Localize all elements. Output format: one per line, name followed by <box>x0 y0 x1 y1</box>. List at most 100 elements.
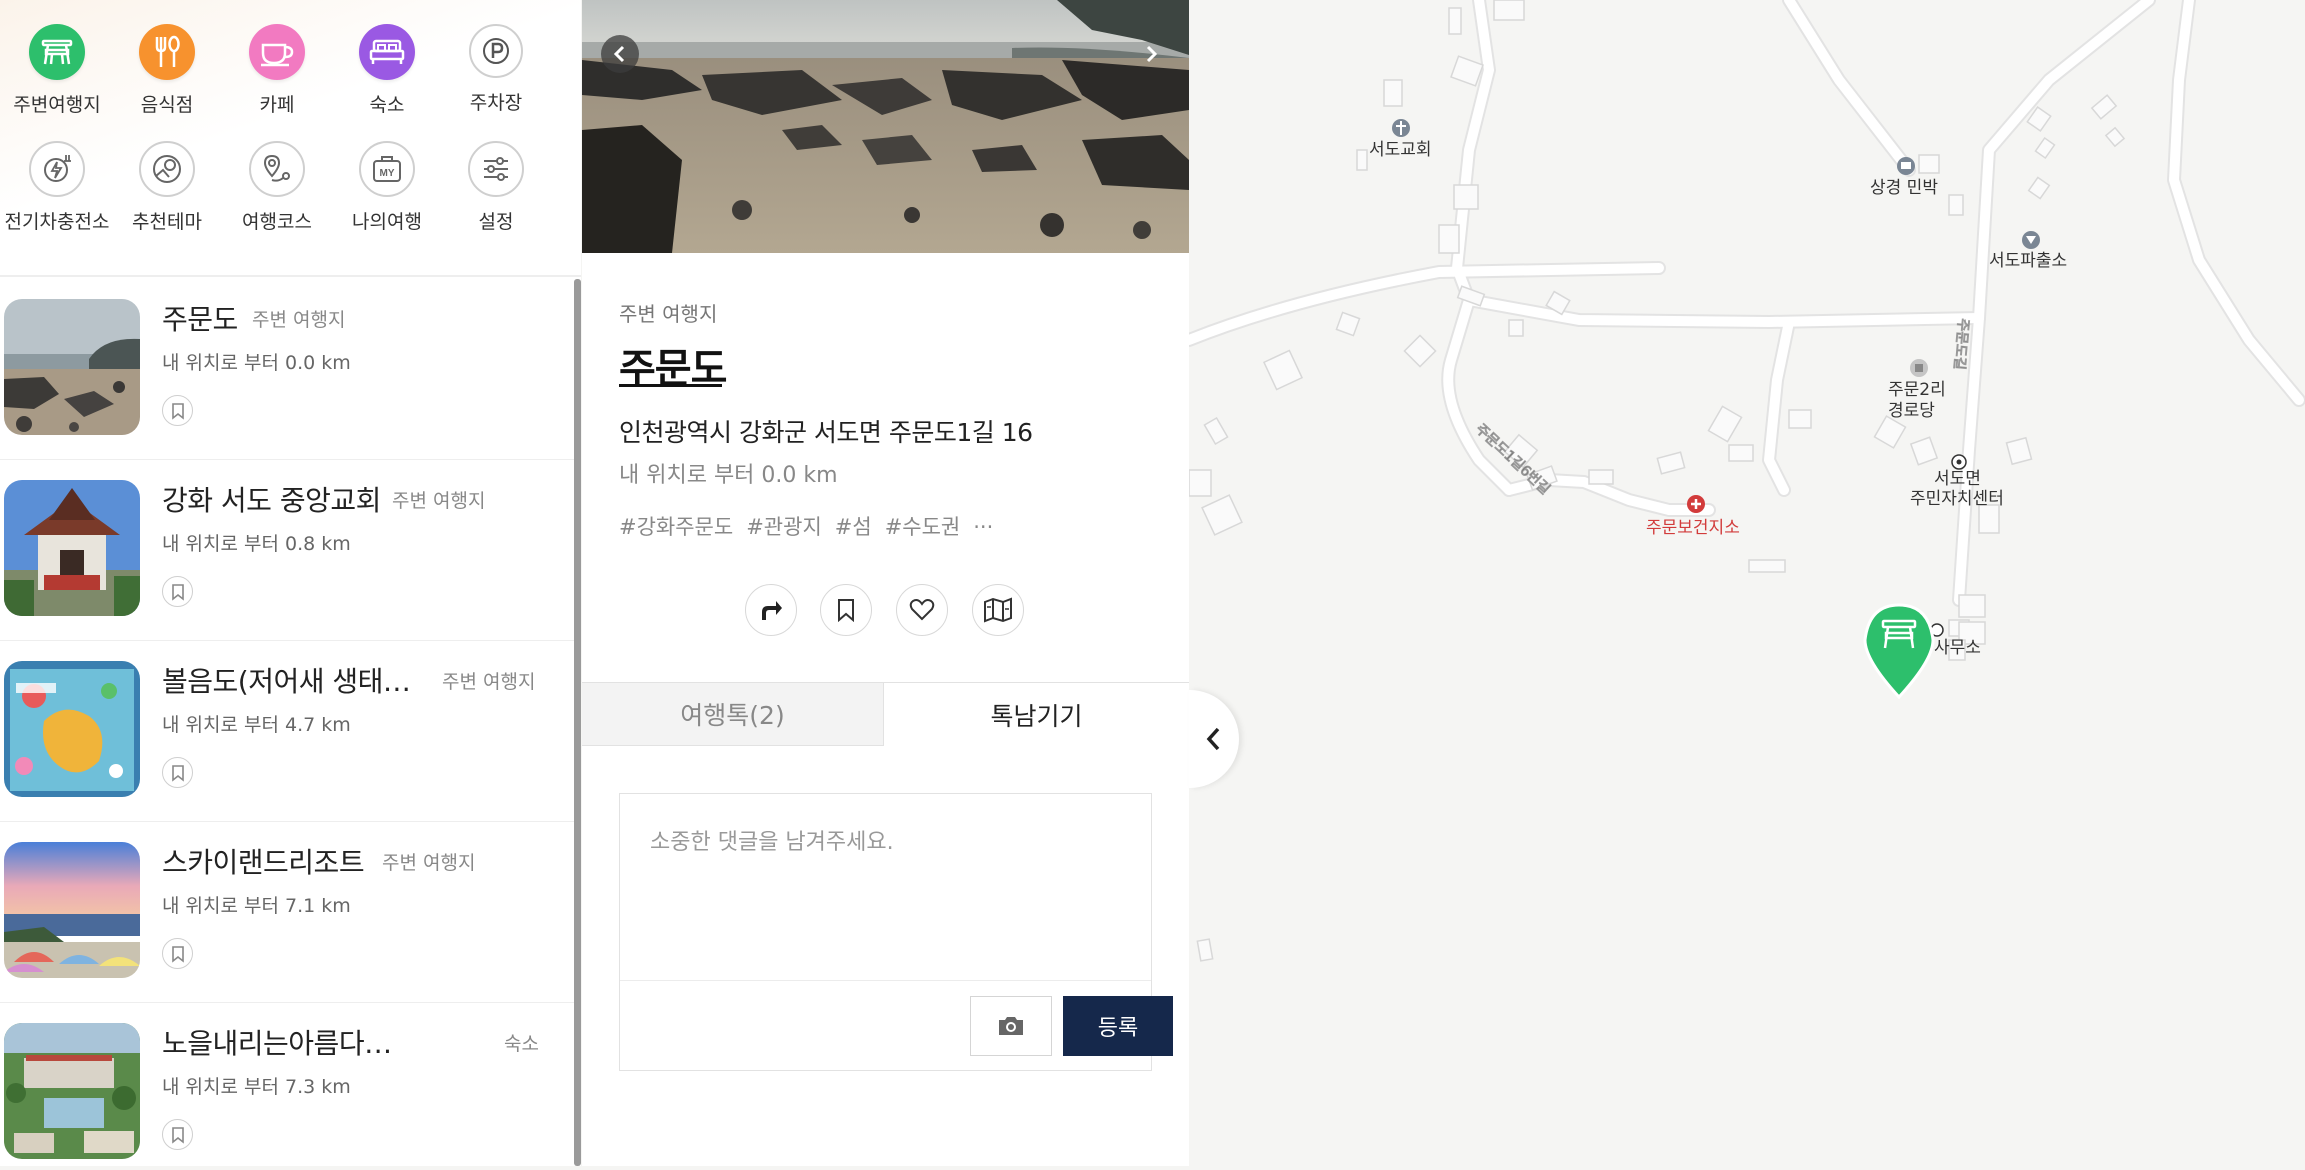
category-label: 주차장 <box>469 92 523 114</box>
chevron-left-icon <box>613 45 625 63</box>
comment-box: 등록 <box>619 793 1173 1071</box>
place-title: 주문도 <box>162 303 238 336</box>
poi-church-icon <box>1392 119 1410 137</box>
more-tags[interactable]: ··· <box>973 515 993 539</box>
poi-senior-center-icon <box>1910 359 1928 377</box>
place-distance: 내 위치로 부터 7.1 km <box>162 895 351 917</box>
detail-distance: 내 위치로 부터 0.0 km <box>619 463 838 488</box>
category-label: 나의여행 <box>352 211 422 233</box>
category-label: 숙소 <box>369 94 405 116</box>
heart-icon <box>909 599 935 621</box>
tag[interactable]: #섬 <box>835 515 872 539</box>
detail-tags: #강화주문도 #관광지 #섬 #수도권 ··· <box>619 511 1006 541</box>
place-category: 주변 여행지 <box>382 852 476 874</box>
category-my-travel[interactable]: MY 나의여행 <box>332 141 442 234</box>
comment-input[interactable] <box>620 794 1151 980</box>
bookmark-button[interactable] <box>162 938 193 969</box>
poi-office-icon <box>1951 454 1967 470</box>
tab-leave-talk[interactable]: 톡남기기 <box>884 682 1189 746</box>
title-underline <box>619 384 722 387</box>
like-button[interactable] <box>896 584 948 636</box>
share-arrow-icon <box>762 601 782 620</box>
place-title: 스카이랜드리조트 <box>162 846 365 879</box>
prev-image-button[interactable] <box>601 35 639 73</box>
svg-text:MY: MY <box>380 168 395 179</box>
category-ev-charger[interactable]: 전기차충전소 <box>2 141 112 234</box>
hero-image <box>582 0 1189 253</box>
category-recommended-theme[interactable]: 추천테마 <box>112 141 222 234</box>
category-label: 음식점 <box>140 94 194 116</box>
route-pin-icon <box>249 141 305 197</box>
bookmark-button[interactable] <box>820 584 872 636</box>
bookmark-button[interactable] <box>162 1119 193 1150</box>
tag[interactable]: #관광지 <box>746 515 822 539</box>
location-marker-icon[interactable] <box>1863 603 1935 700</box>
list-item[interactable]: 강화 서도 중앙교회 주변 여행지 내 위치로 부터 0.8 km <box>0 460 574 641</box>
tag[interactable]: #수도권 <box>885 515 961 539</box>
list-item[interactable]: 주문도 주변 여행지 내 위치로 부터 0.0 km <box>0 279 574 460</box>
place-title: 강화 서도 중앙교회 <box>162 484 381 517</box>
map-label: 사무소 <box>1934 638 1981 658</box>
category-label: 여행코스 <box>242 211 312 233</box>
category-settings[interactable]: 설정 <box>441 141 551 234</box>
category-label: 추천테마 <box>132 211 202 233</box>
map-button[interactable] <box>972 584 1024 636</box>
comment-divider <box>620 980 1151 981</box>
tag[interactable]: #강화주문도 <box>619 515 733 539</box>
map-roads: 주문도1길6번길 주문도길 <box>1182 0 2305 962</box>
tab-travel-talk[interactable]: 여행톡(2) <box>582 682 884 746</box>
map-label: 서도면 <box>1934 469 1981 489</box>
list-scrollbar[interactable] <box>574 279 581 1166</box>
bookmark-icon <box>171 402 184 420</box>
left-panel: 주변여행지 음식점 카페 숙소 주차장 전기차충전소 추천테마 여행코스 MY … <box>0 0 581 1166</box>
place-thumbnail <box>4 299 140 435</box>
place-distance: 내 위치로 부터 0.0 km <box>162 352 351 374</box>
map-icon <box>984 597 1012 623</box>
parking-icon <box>469 24 523 78</box>
bookmark-icon <box>171 764 184 782</box>
fork-spoon-icon <box>139 24 195 80</box>
bookmark-icon <box>171 945 184 963</box>
share-button[interactable] <box>745 584 797 636</box>
category-travel-course[interactable]: 여행코스 <box>222 141 332 234</box>
next-image-button[interactable] <box>1132 35 1170 73</box>
list-item[interactable]: 노을내리는아름다운집 [한… 숙소 내 위치로 부터 7.3 km <box>0 1003 574 1166</box>
photo-upload-button[interactable] <box>970 996 1052 1056</box>
category-label: 설정 <box>478 211 514 233</box>
category-nearby-travel[interactable]: 주변여행지 <box>2 24 112 117</box>
place-category: 숙소 <box>504 1033 539 1055</box>
category-restaurant[interactable]: 음식점 <box>112 24 222 117</box>
category-label: 주변여행지 <box>13 94 101 116</box>
settings-sliders-icon <box>468 141 524 197</box>
list-item[interactable]: 스카이랜드리조트 주변 여행지 내 위치로 부터 7.1 km <box>0 822 574 1003</box>
camera-icon <box>999 1017 1023 1035</box>
bookmark-button[interactable] <box>162 395 193 426</box>
theme-compass-icon <box>139 141 195 197</box>
bookmark-button[interactable] <box>162 757 193 788</box>
map-view[interactable]: 주문도1길6번길 주문도길 서도교회 상경 민박 서도파출소 주문2리 경로당 … <box>1182 0 2305 1166</box>
list-item[interactable]: 볼음도(저어새 생태… 주변 여행지 내 위치로 부터 4.7 km <box>0 641 574 822</box>
bookmark-icon <box>838 599 854 622</box>
detail-panel: 주변 여행지 주문도 인천광역시 강화군 서도면 주문도1길 16 내 위치로 … <box>582 0 1189 1166</box>
map-label: 서도교회 <box>1369 140 1432 160</box>
category-parking[interactable]: 주차장 <box>441 24 551 115</box>
bookmark-icon <box>171 1126 184 1144</box>
poi-hospital-icon <box>1687 495 1705 513</box>
map-label: 주문보건지소 <box>1646 518 1740 538</box>
map-label: 주민자치센터 <box>1910 489 2004 509</box>
map-label: 서도파출소 <box>1989 251 2068 271</box>
place-distance: 내 위치로 부터 0.8 km <box>162 533 351 555</box>
coffee-cup-icon <box>249 24 305 80</box>
category-lodging[interactable]: 숙소 <box>332 24 442 117</box>
bookmark-icon <box>171 583 184 601</box>
detail-tabs: 여행톡(2) 톡남기기 <box>582 682 1189 746</box>
place-thumbnail <box>4 842 140 978</box>
poi-lodging-icon <box>1897 157 1915 175</box>
poi-police-icon <box>2022 231 2040 249</box>
detail-address: 인천광역시 강화군 서도면 주문도1길 16 <box>619 418 1033 447</box>
bookmark-button[interactable] <box>162 576 193 607</box>
category-label: 전기차충전소 <box>4 211 110 233</box>
category-cafe[interactable]: 카페 <box>222 24 332 117</box>
register-button[interactable]: 등록 <box>1063 996 1173 1056</box>
place-category: 주변 여행지 <box>392 490 486 512</box>
